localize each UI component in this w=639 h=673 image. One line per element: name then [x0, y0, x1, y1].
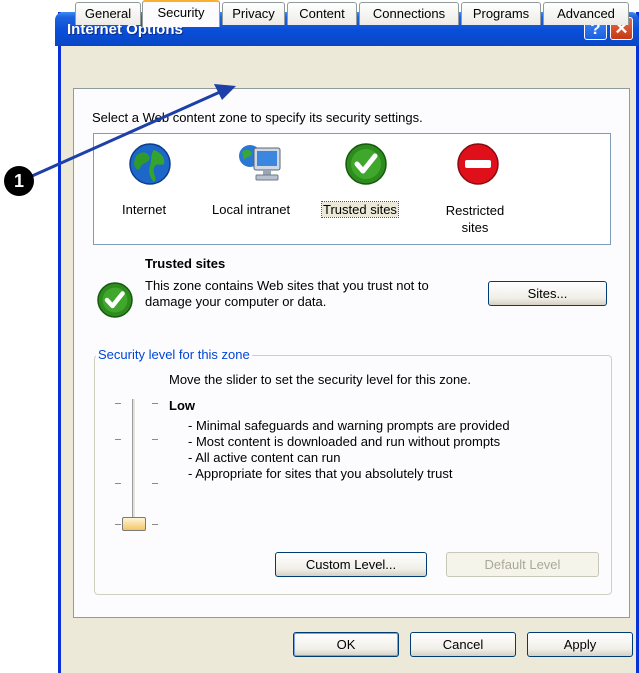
level-bullet: - All active content can run [188, 450, 341, 465]
slider-track [132, 399, 136, 526]
callout-number-badge: 1 [4, 166, 34, 196]
security-level-group-label: Security level for this zone [96, 347, 252, 362]
apply-button[interactable]: Apply [527, 632, 633, 657]
zone-local-intranet[interactable]: Local intranet [208, 140, 318, 230]
tab-security[interactable]: Security [142, 0, 220, 27]
slider-tick [152, 403, 158, 404]
sites-button[interactable]: Sites... [488, 281, 607, 306]
slider-tick [115, 439, 121, 440]
zone-description: This zone contains Web sites that you tr… [145, 278, 429, 309]
custom-level-button[interactable]: Custom Level... [275, 552, 427, 577]
tab-content[interactable]: Content [287, 2, 357, 25]
level-bullet: - Minimal safeguards and warning prompts… [188, 418, 510, 433]
slider-instruction: Move the slider to set the security leve… [169, 372, 472, 387]
globe-icon [129, 143, 171, 185]
slider-tick [152, 439, 158, 440]
slider-tick [152, 524, 158, 525]
tab-connections[interactable]: Connections [359, 2, 459, 25]
level-bullet: - Most content is downloaded and run wit… [188, 434, 501, 449]
zone-restricted-sites[interactable]: Restricted sites [436, 140, 522, 240]
slider-tick [115, 403, 121, 404]
tab-advanced[interactable]: Advanced [543, 2, 629, 25]
zone-trusted-sites[interactable]: Trusted sites [318, 140, 416, 230]
trusted-sites-check-icon [97, 282, 133, 318]
default-level-button[interactable]: Default Level [446, 552, 599, 577]
slider-tick [115, 524, 121, 525]
zone-internet[interactable]: Internet [112, 140, 186, 230]
tab-privacy[interactable]: Privacy [222, 2, 285, 25]
zone-label-local-intranet: Local intranet [212, 202, 291, 217]
zone-label-internet: Internet [122, 202, 167, 217]
slider-tick [115, 483, 121, 484]
security-level-slider[interactable] [112, 395, 164, 535]
zone-instruction: Select a Web content zone to specify its… [92, 110, 423, 125]
slider-thumb[interactable] [122, 517, 146, 531]
zone-heading: Trusted sites [145, 256, 226, 271]
zone-label-restricted-sites: Restricted sites [445, 203, 505, 235]
ok-button[interactable]: OK [293, 632, 399, 657]
tab-programs[interactable]: Programs [461, 2, 541, 25]
zone-label-trusted-sites: Trusted sites [321, 201, 399, 218]
check-circle-icon [345, 143, 387, 185]
no-entry-icon [457, 143, 499, 185]
level-bullet: - Appropriate for sites that you absolut… [188, 466, 453, 481]
level-name: Low [169, 398, 195, 413]
tab-general[interactable]: General [75, 2, 141, 25]
slider-tick [152, 483, 158, 484]
cancel-button[interactable]: Cancel [410, 632, 516, 657]
computer-network-icon [239, 145, 281, 181]
